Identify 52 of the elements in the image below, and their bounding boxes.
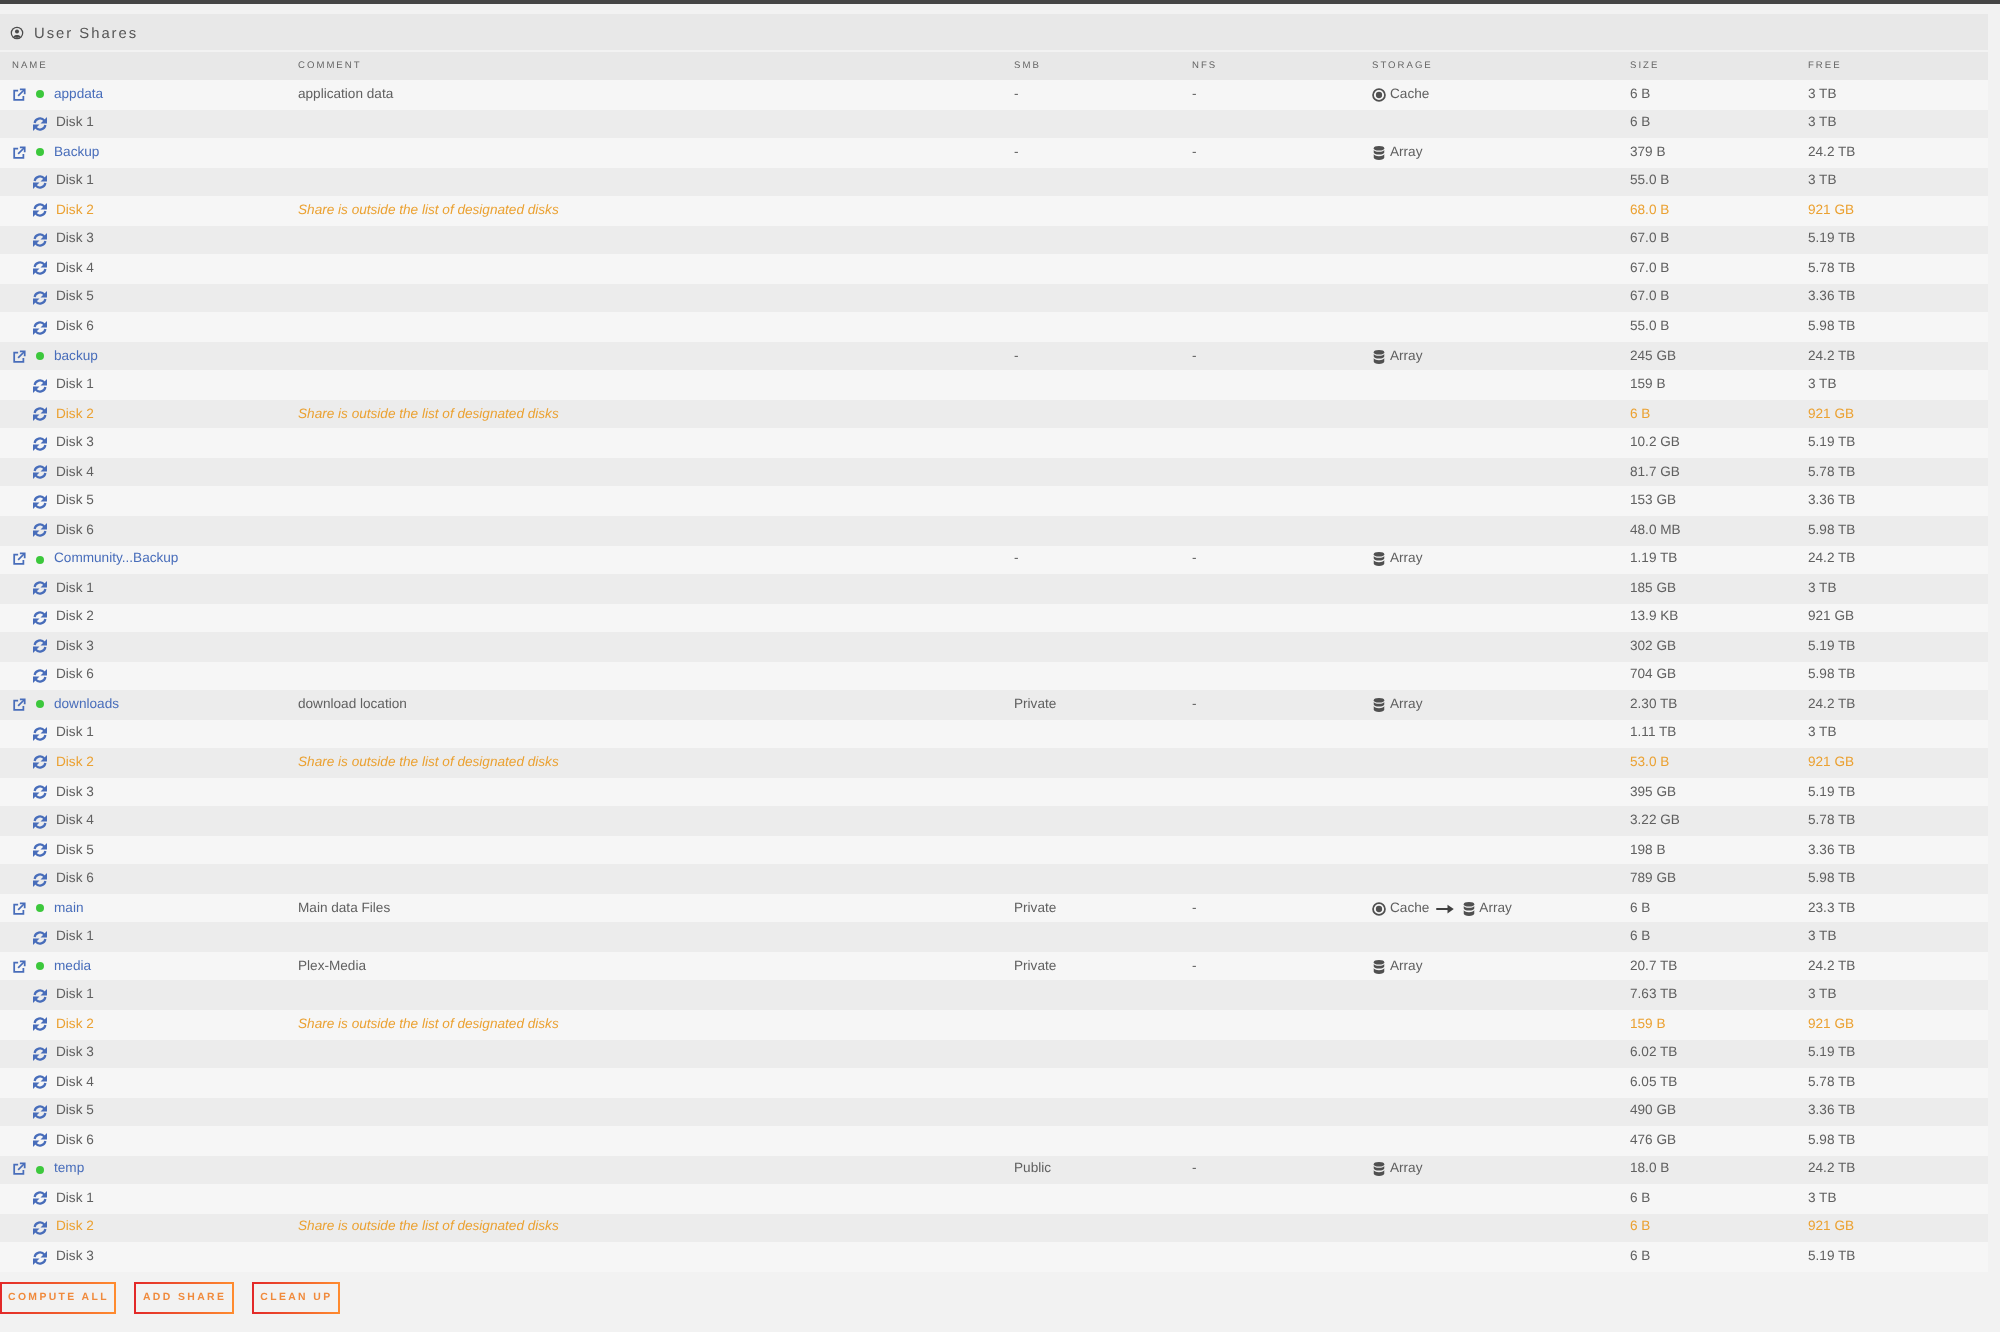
- refresh-icon[interactable]: [32, 754, 48, 771]
- refresh-icon[interactable]: [32, 1219, 48, 1236]
- refresh-icon[interactable]: [32, 609, 48, 626]
- refresh-icon[interactable]: [32, 493, 48, 510]
- refresh-icon[interactable]: [32, 725, 48, 742]
- refresh-icon[interactable]: [32, 289, 48, 306]
- refresh-icon[interactable]: [32, 1074, 48, 1091]
- refresh-icon[interactable]: [32, 929, 48, 946]
- refresh-icon[interactable]: [32, 987, 48, 1004]
- refresh-icon[interactable]: [32, 667, 48, 684]
- database-icon: [1461, 901, 1476, 916]
- refresh-icon[interactable]: [32, 1190, 48, 1207]
- refresh-icon[interactable]: [32, 1016, 48, 1033]
- database-icon: [1372, 1162, 1386, 1177]
- database-icon: [1372, 552, 1386, 567]
- user-icon: [10, 25, 24, 39]
- bullseye-icon: [1372, 87, 1386, 102]
- refresh-icon[interactable]: [32, 638, 48, 655]
- database-icon: [1372, 145, 1386, 160]
- external-link-icon[interactable]: [12, 349, 26, 364]
- refresh-icon[interactable]: [32, 1045, 48, 1062]
- external-link-icon[interactable]: [12, 145, 26, 160]
- refresh-icon[interactable]: [32, 871, 48, 888]
- refresh-icon[interactable]: [32, 522, 48, 539]
- external-link-icon[interactable]: [12, 87, 26, 102]
- refresh-icon[interactable]: [32, 202, 48, 219]
- refresh-icon[interactable]: [32, 435, 48, 452]
- refresh-icon[interactable]: [32, 1132, 48, 1149]
- refresh-icon[interactable]: [32, 784, 48, 801]
- refresh-icon[interactable]: [32, 464, 48, 481]
- refresh-icon[interactable]: [32, 377, 48, 394]
- refresh-icon[interactable]: [32, 842, 48, 859]
- bullseye-icon: [1372, 901, 1386, 916]
- refresh-icon[interactable]: [32, 813, 48, 830]
- refresh-icon[interactable]: [32, 260, 48, 277]
- refresh-icon[interactable]: [32, 231, 48, 248]
- arrow-icon: [1435, 903, 1454, 914]
- database-icon: [1372, 697, 1386, 712]
- external-link-icon[interactable]: [12, 1162, 26, 1177]
- external-link-icon[interactable]: [12, 901, 26, 916]
- database-icon: [1372, 349, 1386, 364]
- refresh-icon[interactable]: [32, 173, 48, 190]
- external-link-icon[interactable]: [12, 697, 26, 712]
- refresh-icon[interactable]: [32, 580, 48, 597]
- external-link-icon[interactable]: [12, 959, 26, 974]
- external-link-icon[interactable]: [12, 552, 26, 567]
- refresh-icon[interactable]: [32, 1103, 48, 1120]
- refresh-icon[interactable]: [32, 1249, 48, 1266]
- refresh-icon[interactable]: [32, 319, 48, 336]
- database-icon: [1372, 959, 1386, 974]
- refresh-icon[interactable]: [32, 406, 48, 423]
- refresh-icon[interactable]: [32, 115, 48, 132]
